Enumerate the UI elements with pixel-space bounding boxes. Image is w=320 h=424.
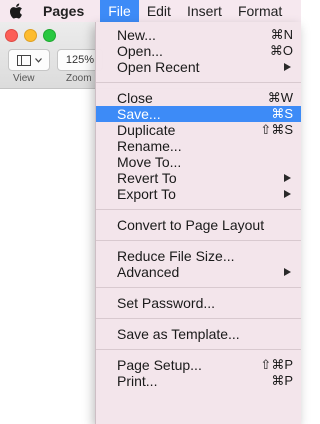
menu-item-label: Duplicate — [117, 122, 176, 138]
menu-format[interactable]: Format — [230, 0, 290, 22]
menu-edit[interactable]: Edit — [139, 0, 179, 22]
sidebar-icon — [16, 54, 31, 66]
menu-item-shortcut: ⌘O — [269, 43, 293, 58]
menu-item-label: Save... — [117, 106, 161, 122]
menu-item-label: Rename... — [117, 138, 182, 154]
submenu-arrow-icon — [284, 190, 291, 198]
menu-item-rename[interactable]: Rename... — [96, 138, 301, 154]
menu-item-shortcut: ⇧⌘S — [260, 122, 293, 137]
menu-item-label: Export To — [117, 186, 176, 202]
menu-item-save[interactable]: Save... ⌘S — [96, 106, 301, 122]
menu-item-label: Open Recent — [117, 59, 200, 75]
menu-item-open-recent[interactable]: Open Recent — [96, 59, 301, 75]
menu-item-close[interactable]: Close ⌘W — [96, 90, 301, 106]
close-window-button[interactable] — [5, 29, 18, 42]
menu-item-open[interactable]: Open... ⌘O — [96, 43, 301, 59]
menu-item-label: Advanced — [117, 264, 180, 280]
view-label: View — [13, 73, 35, 84]
menu-separator — [96, 318, 301, 319]
menu-item-advanced[interactable]: Advanced — [96, 264, 301, 280]
app-menu-pages[interactable]: Pages — [43, 3, 84, 19]
menu-item-label: Print... — [117, 373, 158, 389]
menu-item-duplicate[interactable]: Duplicate ⇧⌘S — [96, 122, 301, 138]
menu-separator — [96, 82, 301, 83]
menu-item-reduce-file-size[interactable]: Reduce File Size... — [96, 248, 301, 264]
apple-icon[interactable] — [9, 0, 25, 22]
menu-file[interactable]: File — [100, 0, 139, 22]
menu-item-page-setup[interactable]: Page Setup... ⇧⌘P — [96, 357, 301, 373]
menu-separator — [96, 287, 301, 288]
menu-separator — [96, 349, 301, 350]
menu-item-label: Reduce File Size... — [117, 248, 235, 264]
menu-item-label: Close — [117, 90, 153, 106]
menu-item-shortcut: ⌘S — [271, 106, 293, 121]
minimize-window-button[interactable] — [24, 29, 37, 42]
menu-item-convert-to-page-layout[interactable]: Convert to Page Layout — [96, 217, 301, 233]
menu-item-label: Open... — [117, 43, 163, 59]
menu-item-shortcut: ⌘W — [267, 90, 293, 105]
menu-item-set-password[interactable]: Set Password... — [96, 295, 301, 311]
zoom-label: Zoom — [66, 73, 92, 84]
menu-separator — [96, 240, 301, 241]
menu-item-label: Move To... — [117, 154, 182, 170]
menu-bar: Pages File Edit Insert Format — [0, 0, 301, 22]
menu-item-new[interactable]: New... ⌘N — [96, 27, 301, 43]
menu-item-revert-to[interactable]: Revert To — [96, 170, 301, 186]
menu-item-label: Page Setup... — [117, 357, 202, 373]
menu-item-move-to[interactable]: Move To... — [96, 154, 301, 170]
menu-item-shortcut: ⇧⌘P — [260, 357, 293, 372]
menu-item-shortcut: ⌘N — [270, 27, 293, 42]
menu-item-print[interactable]: Print... ⌘P — [96, 373, 301, 389]
menu-item-export-to[interactable]: Export To — [96, 186, 301, 202]
zoom-window-button[interactable] — [43, 29, 56, 42]
submenu-arrow-icon — [284, 63, 291, 71]
submenu-arrow-icon — [284, 268, 291, 276]
chevron-down-icon — [34, 57, 42, 63]
view-button[interactable] — [8, 49, 50, 71]
menu-item-label: Revert To — [117, 170, 177, 186]
menu-item-label: Save as Template... — [117, 326, 240, 342]
menu-item-label: New... — [117, 27, 156, 43]
menu-item-shortcut: ⌘P — [271, 373, 293, 388]
file-menu-dropdown: New... ⌘N Open... ⌘O Open Recent Close ⌘W Save.… — [95, 22, 301, 424]
menu-separator — [96, 209, 301, 210]
menu-insert[interactable]: Insert — [179, 0, 230, 22]
menu-item-label: Set Password... — [117, 295, 216, 311]
menu-item-save-as-template[interactable]: Save as Template... — [96, 326, 301, 342]
menu-item-label: Convert to Page Layout — [117, 217, 265, 233]
submenu-arrow-icon — [284, 174, 291, 182]
